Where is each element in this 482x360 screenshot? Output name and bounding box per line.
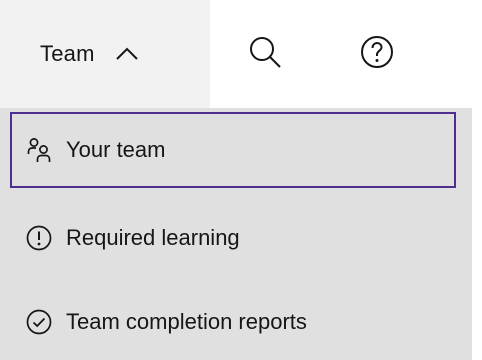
search-button[interactable] bbox=[210, 0, 320, 108]
warning-circle-icon bbox=[26, 225, 52, 251]
chevron-up-icon bbox=[115, 46, 139, 62]
team-menu-label: Team bbox=[40, 41, 95, 66]
team-dropdown-menu: Your team Required learning Team complet… bbox=[0, 108, 472, 360]
menu-item-label: Required learning bbox=[66, 225, 240, 250]
app-root: Team Your team Required learning Team co… bbox=[0, 0, 482, 360]
team-menu-button[interactable]: Team bbox=[0, 0, 210, 108]
menu-item-your-team[interactable]: Your team bbox=[10, 112, 456, 188]
help-button[interactable] bbox=[320, 0, 444, 108]
header-bar: Team bbox=[0, 0, 482, 108]
menu-item-required-learning[interactable]: Required learning bbox=[0, 196, 472, 280]
help-icon bbox=[359, 34, 395, 75]
menu-item-label: Your team bbox=[66, 137, 166, 162]
menu-item-label: Team completion reports bbox=[66, 309, 307, 334]
menu-item-team-completion-reports[interactable]: Team completion reports bbox=[0, 280, 472, 360]
checkmark-circle-icon bbox=[26, 309, 52, 335]
user-group-icon bbox=[26, 137, 52, 163]
search-icon bbox=[247, 34, 283, 75]
